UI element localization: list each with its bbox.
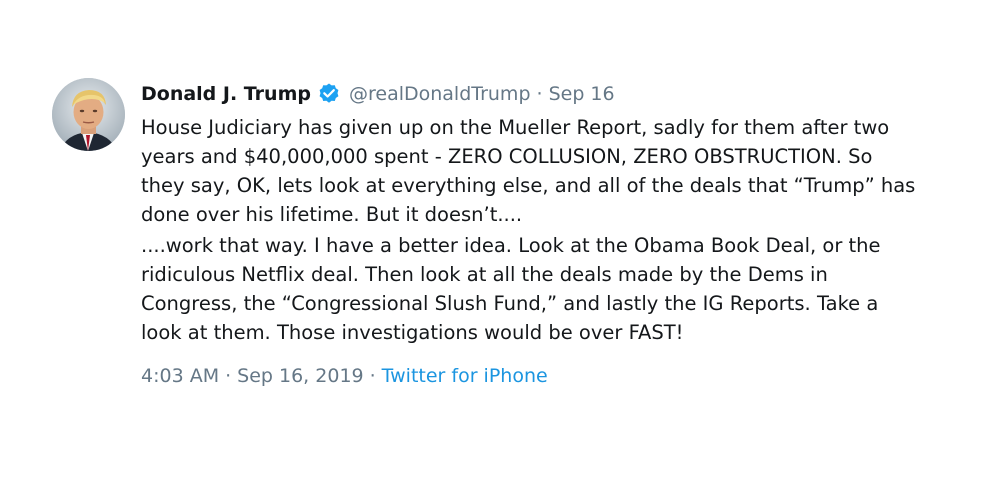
- tweet-time[interactable]: 4:03 AM: [141, 365, 219, 387]
- tweet-meta: 4:03 AM · Sep 16, 2019 · Twitter for iPhone: [141, 365, 941, 387]
- tweet-full-date[interactable]: Sep 16, 2019: [237, 365, 363, 387]
- tweet-header: Donald J. Trump @realDonaldTrump · Sep 1…: [141, 78, 941, 110]
- separator-dot: ·: [369, 365, 376, 387]
- tweet-paragraph: ....work that way. I have a better idea.…: [141, 234, 881, 344]
- separator-dot: ·: [536, 83, 543, 105]
- tweet-text: House Judiciary has given up on the Muel…: [141, 113, 921, 347]
- tweet-source-link[interactable]: Twitter for iPhone: [382, 365, 548, 387]
- tweet-content: Donald J. Trump @realDonaldTrump · Sep 1…: [141, 78, 941, 387]
- tweet-paragraph: House Judiciary has given up on the Muel…: [141, 116, 916, 226]
- avatar[interactable]: [52, 78, 125, 151]
- tweet-date-link[interactable]: Sep 16: [549, 83, 615, 105]
- verified-badge-icon: [317, 82, 341, 106]
- display-name[interactable]: Donald J. Trump: [141, 83, 311, 105]
- separator-dot: ·: [225, 365, 232, 387]
- user-handle[interactable]: @realDonaldTrump: [349, 83, 531, 105]
- profile-photo-icon: [52, 78, 125, 151]
